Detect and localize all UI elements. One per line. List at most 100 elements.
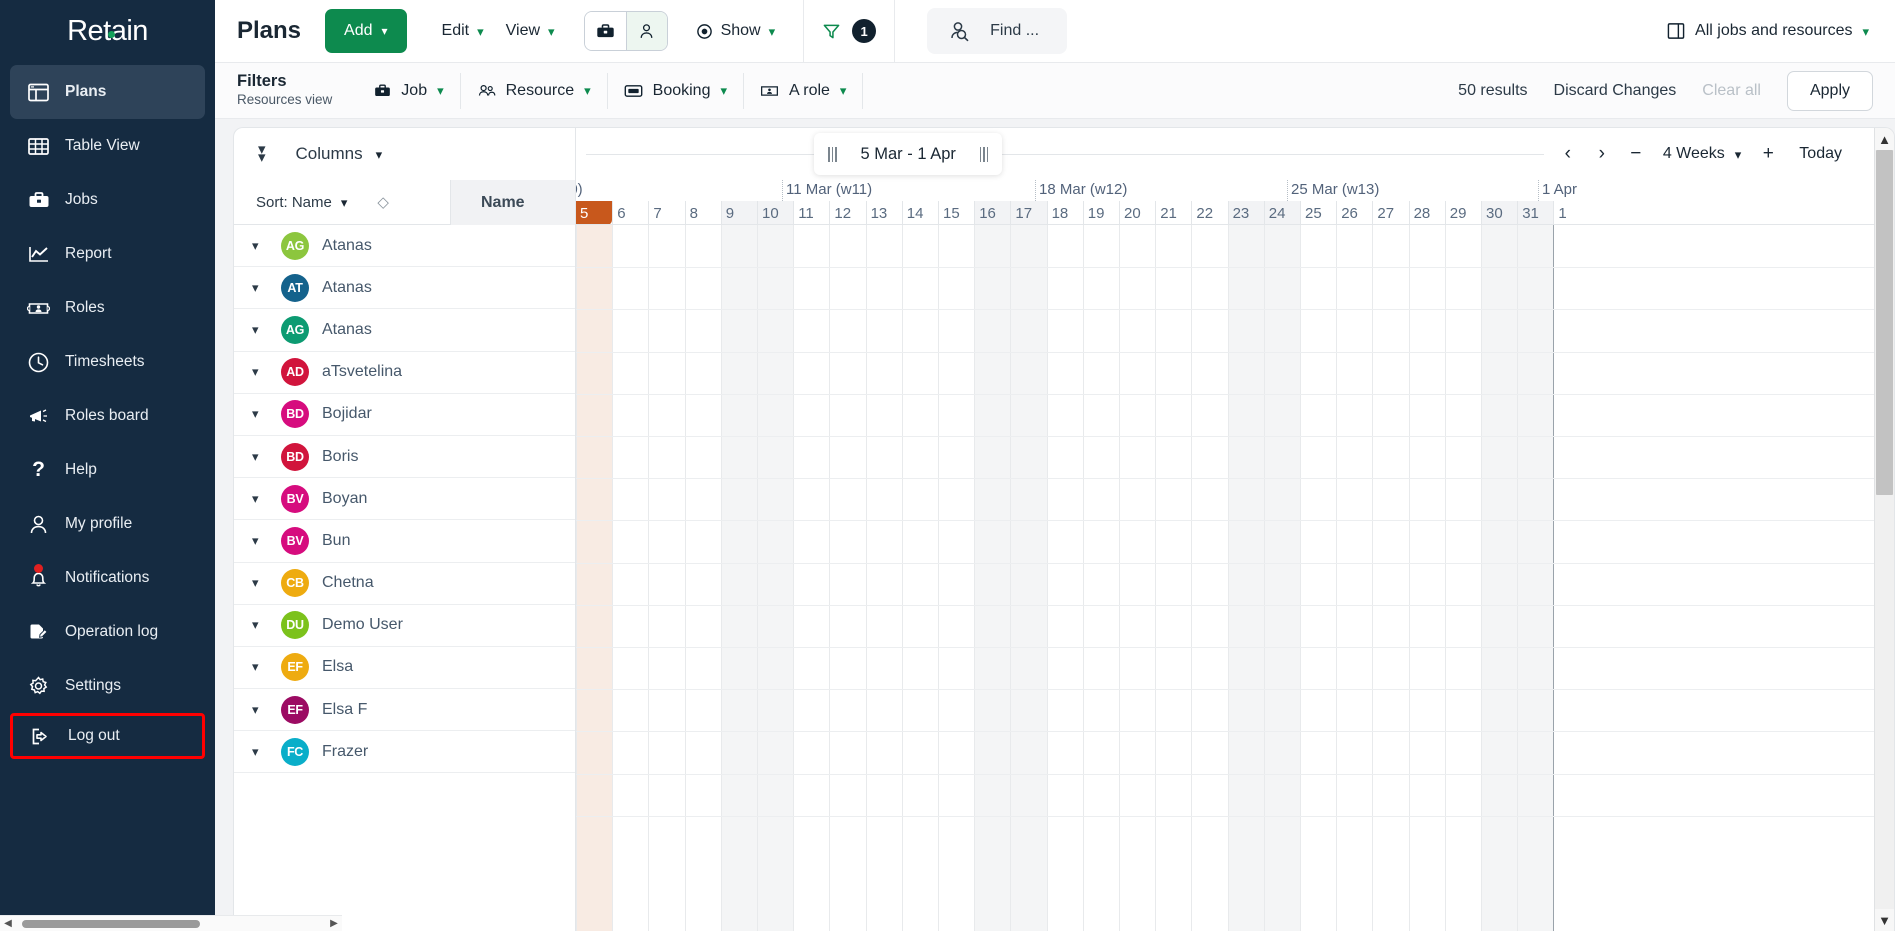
- sidebar-item-report[interactable]: Report: [10, 227, 205, 281]
- day-header-cell[interactable]: 7: [648, 201, 684, 225]
- expand-row-chevron-icon[interactable]: ▾: [252, 449, 268, 465]
- day-header-cell[interactable]: 22: [1191, 201, 1227, 225]
- table-row[interactable]: ▾ADaTsvetelina: [234, 352, 575, 394]
- timeline-day-column[interactable]: [685, 225, 721, 931]
- table-row[interactable]: ▾BDBoris: [234, 436, 575, 478]
- clear-all-button[interactable]: Clear all: [1702, 82, 1761, 100]
- sort-direction-toggle[interactable]: ◇: [377, 193, 389, 211]
- timeline-day-column[interactable]: [1083, 225, 1119, 931]
- timeline-day-column[interactable]: [1409, 225, 1445, 931]
- sidebar-item-jobs[interactable]: Jobs: [10, 173, 205, 227]
- day-header-cell[interactable]: 29: [1445, 201, 1481, 225]
- timeline-day-column[interactable]: [1047, 225, 1083, 931]
- day-header-cell[interactable]: 28: [1409, 201, 1445, 225]
- day-header-cell[interactable]: 24: [1264, 201, 1300, 225]
- scroll-down-arrow-icon[interactable]: ▼: [1875, 909, 1894, 931]
- day-header-cell[interactable]: 16: [974, 201, 1010, 225]
- view-mode-jobs[interactable]: [585, 12, 626, 50]
- add-button[interactable]: Add ▾: [325, 9, 407, 53]
- sidebar-item-help[interactable]: ? Help: [10, 443, 205, 497]
- scope-selector[interactable]: All jobs and resources ▾: [1667, 22, 1869, 40]
- discard-changes-button[interactable]: Discard Changes: [1554, 82, 1677, 100]
- zoom-level-selector[interactable]: 4 Weeks ▾: [1653, 145, 1751, 163]
- day-header-cell[interactable]: 18: [1047, 201, 1083, 225]
- timeline-day-column[interactable]: [1191, 225, 1227, 931]
- table-row[interactable]: ▾FCFrazer: [234, 731, 575, 773]
- table-row[interactable]: ▾EFElsa F: [234, 689, 575, 731]
- sidebar-item-log-out[interactable]: Log out: [10, 713, 205, 759]
- table-row[interactable]: ▾DUDemo User: [234, 605, 575, 647]
- expand-row-chevron-icon[interactable]: ▾: [252, 575, 268, 591]
- grip-right-icon[interactable]: [980, 147, 989, 162]
- expand-row-chevron-icon[interactable]: ▾: [252, 617, 268, 633]
- expand-row-chevron-icon[interactable]: ▾: [252, 659, 268, 675]
- timeline-day-column[interactable]: [1445, 225, 1481, 931]
- day-header-cell[interactable]: 10: [757, 201, 793, 225]
- timeline-day-column[interactable]: [1336, 225, 1372, 931]
- sidebar-item-table-view[interactable]: Table View: [10, 119, 205, 173]
- day-header-cell[interactable]: 14: [902, 201, 938, 225]
- sidebar-item-settings[interactable]: Settings: [10, 659, 205, 713]
- timeline-day-column[interactable]: [974, 225, 1010, 931]
- table-row[interactable]: ▾AGAtanas: [234, 309, 575, 351]
- apply-button[interactable]: Apply: [1787, 71, 1873, 111]
- day-header-cell[interactable]: 30: [1481, 201, 1517, 225]
- timeline-day-column[interactable]: [902, 225, 938, 931]
- show-menu[interactable]: Show ▾: [686, 22, 786, 40]
- timeline-day-column[interactable]: [829, 225, 865, 931]
- filter-toggle[interactable]: 1: [803, 0, 895, 63]
- sidebar-item-my-profile[interactable]: My profile: [10, 497, 205, 551]
- day-header-cell[interactable]: 27: [1372, 201, 1408, 225]
- timeline-day-column[interactable]: [576, 225, 612, 931]
- table-row[interactable]: ▾BVBun: [234, 520, 575, 562]
- timeline-day-column[interactable]: [1300, 225, 1336, 931]
- timeline-day-column[interactable]: [721, 225, 757, 931]
- vertical-scrollbar[interactable]: ▲ ▼: [1874, 128, 1894, 931]
- expand-row-chevron-icon[interactable]: ▾: [252, 280, 268, 296]
- timeline-day-column[interactable]: [1119, 225, 1155, 931]
- day-header-cell[interactable]: 23: [1228, 201, 1264, 225]
- timeline-day-column[interactable]: [1372, 225, 1408, 931]
- day-header-cell[interactable]: 25: [1300, 201, 1336, 225]
- vscroll-thumb[interactable]: [1876, 150, 1893, 495]
- table-row[interactable]: ▾EFElsa: [234, 647, 575, 689]
- day-header-cell[interactable]: 9: [721, 201, 757, 225]
- timeline-day-column[interactable]: [1481, 225, 1517, 931]
- expand-row-chevron-icon[interactable]: ▾: [252, 406, 268, 422]
- timeline-day-column[interactable]: [793, 225, 829, 931]
- scroll-up-arrow-icon[interactable]: ▲: [1875, 128, 1894, 150]
- expand-row-chevron-icon[interactable]: ▾: [252, 491, 268, 507]
- day-header-cell[interactable]: 6: [612, 201, 648, 225]
- day-header-cell[interactable]: 8: [685, 201, 721, 225]
- edit-menu[interactable]: Edit ▾: [431, 9, 495, 53]
- horizontal-scrollbar[interactable]: ◀ ▶: [233, 915, 342, 931]
- sort-selector[interactable]: Sort: Name ▾: [256, 194, 347, 211]
- zoom-out-button[interactable]: −: [1619, 137, 1653, 171]
- grip-left-icon[interactable]: [828, 147, 837, 162]
- date-range-selector[interactable]: 5 Mar - 1 Apr: [814, 133, 1002, 175]
- table-row[interactable]: ▾CBChetna: [234, 563, 575, 605]
- hscroll-track[interactable]: [233, 916, 326, 932]
- sidebar-item-plans[interactable]: Plans: [10, 65, 205, 119]
- timeline-day-column[interactable]: [1264, 225, 1300, 931]
- timeline-day-column[interactable]: [648, 225, 684, 931]
- expand-row-chevron-icon[interactable]: ▾: [252, 238, 268, 254]
- table-row[interactable]: ▾BVBoyan: [234, 478, 575, 520]
- sidebar-item-roles[interactable]: Roles: [10, 281, 205, 335]
- day-header-cell[interactable]: 13: [866, 201, 902, 225]
- filter-chip-resource[interactable]: Resource ▾: [461, 73, 608, 109]
- timeline-day-column[interactable]: [1010, 225, 1046, 931]
- view-mode-resources[interactable]: [626, 12, 667, 50]
- expand-row-chevron-icon[interactable]: ▾: [252, 533, 268, 549]
- scroll-right-arrow-icon[interactable]: ▶: [326, 918, 342, 929]
- sidebar-item-operation-log[interactable]: Operation log: [10, 605, 205, 659]
- table-row[interactable]: ▾BDBojidar: [234, 394, 575, 436]
- vscroll-track[interactable]: [1875, 150, 1894, 909]
- find-button[interactable]: Find ...: [927, 8, 1067, 54]
- columns-selector[interactable]: Columns ▾: [296, 144, 383, 164]
- expand-row-chevron-icon[interactable]: ▾: [252, 322, 268, 338]
- expand-row-chevron-icon[interactable]: ▾: [252, 702, 268, 718]
- view-menu[interactable]: View ▾: [495, 9, 566, 53]
- next-period-button[interactable]: ›: [1585, 137, 1619, 171]
- zoom-in-button[interactable]: +: [1751, 137, 1785, 171]
